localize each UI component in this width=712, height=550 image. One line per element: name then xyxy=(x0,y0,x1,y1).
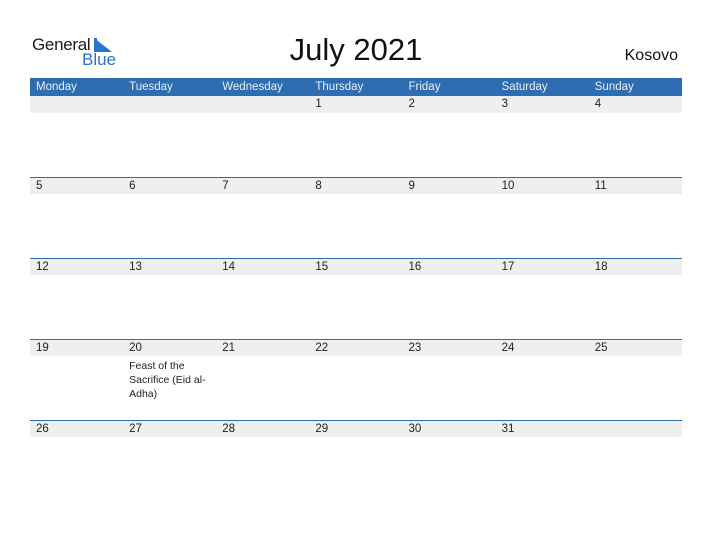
week-date-band: 1 2 3 4 xyxy=(30,96,682,113)
day-number: 3 xyxy=(501,98,509,110)
day-cell[interactable]: 7 xyxy=(216,177,310,194)
day-number: 20 xyxy=(129,342,142,354)
day-cell[interactable]: 13 xyxy=(123,258,217,275)
day-number: 19 xyxy=(36,342,49,354)
weekday-friday: Friday xyxy=(408,81,441,93)
day-number: 27 xyxy=(129,423,142,435)
day-cell[interactable]: 23 xyxy=(402,339,496,356)
day-cell[interactable]: 3 xyxy=(496,96,589,113)
weekday-header: Monday Tuesday Wednesday Thursday Friday Satu… xyxy=(30,78,682,96)
day-cell[interactable]: 5 xyxy=(30,177,124,194)
day-number: 22 xyxy=(315,342,329,354)
day-number: 25 xyxy=(594,342,608,354)
weekday-wednesday: Wednesday xyxy=(222,81,283,93)
empty-day-cell xyxy=(588,420,682,437)
day-cell[interactable]: 27 xyxy=(123,420,217,437)
day-number: 18 xyxy=(594,261,608,273)
day-cell[interactable]: 4 xyxy=(589,96,682,113)
day-cell[interactable]: 16 xyxy=(402,258,496,275)
day-cell[interactable]: 25 xyxy=(588,339,682,356)
week-row: 1 2 3 4 xyxy=(30,96,682,177)
day-number: 9 xyxy=(408,180,415,192)
day-number: 31 xyxy=(501,423,515,435)
week-row: 5 6 7 8 9 10 11 xyxy=(30,177,682,258)
day-cell[interactable]: 30 xyxy=(402,420,496,437)
week-date-band: 5 6 7 8 9 10 11 xyxy=(30,177,682,194)
empty-day-cell xyxy=(123,96,216,113)
day-number: 17 xyxy=(501,261,515,273)
day-number: 8 xyxy=(315,180,322,192)
calendar-title: July 2021 xyxy=(289,32,423,67)
day-number: 11 xyxy=(594,180,607,192)
day-number: 15 xyxy=(315,261,329,273)
day-number: 2 xyxy=(408,98,415,110)
day-cell[interactable]: 20 Feast of the Sacrifice (Eid al-Adha) xyxy=(123,339,217,400)
week-row: 26 27 28 29 30 31 xyxy=(30,420,682,501)
day-cell[interactable]: 28 xyxy=(216,420,310,437)
day-number: 10 xyxy=(501,180,515,192)
day-number: 24 xyxy=(501,342,515,354)
empty-day-cell xyxy=(216,96,309,113)
weekday-sunday: Sunday xyxy=(594,81,634,93)
week-row: 12 13 14 15 16 17 18 xyxy=(30,258,682,339)
day-cell[interactable]: 1 xyxy=(309,96,402,113)
day-cell[interactable]: 19 xyxy=(30,339,124,356)
day-cell[interactable]: 14 xyxy=(216,258,310,275)
day-number: 7 xyxy=(222,180,229,192)
day-number: 5 xyxy=(36,180,43,192)
day-number: 14 xyxy=(222,261,236,273)
day-cell[interactable]: 31 xyxy=(495,420,589,437)
day-cell[interactable]: 10 xyxy=(495,177,589,194)
weekday-saturday: Saturday xyxy=(501,81,548,93)
calendar-grid: Monday Tuesday Wednesday Thursday Friday Satu… xyxy=(30,78,682,501)
week-date-band: 19 20 Feast of the Sacrifice (Eid al-Adha)… xyxy=(30,339,682,400)
day-cell[interactable]: 22 xyxy=(309,339,403,356)
weekday-tuesday: Tuesday xyxy=(129,81,173,93)
day-cell[interactable]: 17 xyxy=(495,258,589,275)
day-cell[interactable]: 9 xyxy=(402,177,496,194)
week-row: 19 20 Feast of the Sacrifice (Eid al-Adha)… xyxy=(30,339,682,420)
day-cell[interactable]: 6 xyxy=(123,177,217,194)
day-number: 6 xyxy=(129,180,136,192)
week-date-band: 26 27 28 29 30 31 xyxy=(30,420,682,437)
day-number: 28 xyxy=(222,423,236,435)
weekday-monday: Monday xyxy=(36,81,77,93)
day-number: 26 xyxy=(36,423,49,435)
day-cell[interactable]: 21 xyxy=(216,339,310,356)
day-number: 13 xyxy=(129,261,142,273)
day-number: 21 xyxy=(222,342,236,354)
day-number: 16 xyxy=(408,261,422,273)
day-number: 29 xyxy=(315,423,329,435)
day-number: 30 xyxy=(408,423,422,435)
week-date-band: 12 13 14 15 16 17 18 xyxy=(30,258,682,275)
day-number: 12 xyxy=(36,261,49,273)
day-number: 1 xyxy=(315,98,322,110)
day-cell[interactable]: 12 xyxy=(30,258,124,275)
day-cell[interactable]: 29 xyxy=(309,420,403,437)
day-number: 4 xyxy=(594,98,602,110)
holiday-event: Feast of the Sacrifice (Eid al-Adha) xyxy=(129,360,206,400)
country-label: Kosovo xyxy=(624,47,678,64)
day-cell[interactable]: 11 xyxy=(588,177,682,194)
day-number: 23 xyxy=(408,342,422,354)
day-cell[interactable]: 26 xyxy=(30,420,124,437)
weekday-thursday: Thursday xyxy=(315,81,364,93)
day-cell[interactable]: 18 xyxy=(588,258,682,275)
day-cell[interactable]: 8 xyxy=(309,177,403,194)
day-cell[interactable]: 24 xyxy=(495,339,589,356)
day-cell[interactable]: 15 xyxy=(309,258,403,275)
day-cell[interactable]: 2 xyxy=(403,96,496,113)
empty-day-cell xyxy=(30,96,123,113)
